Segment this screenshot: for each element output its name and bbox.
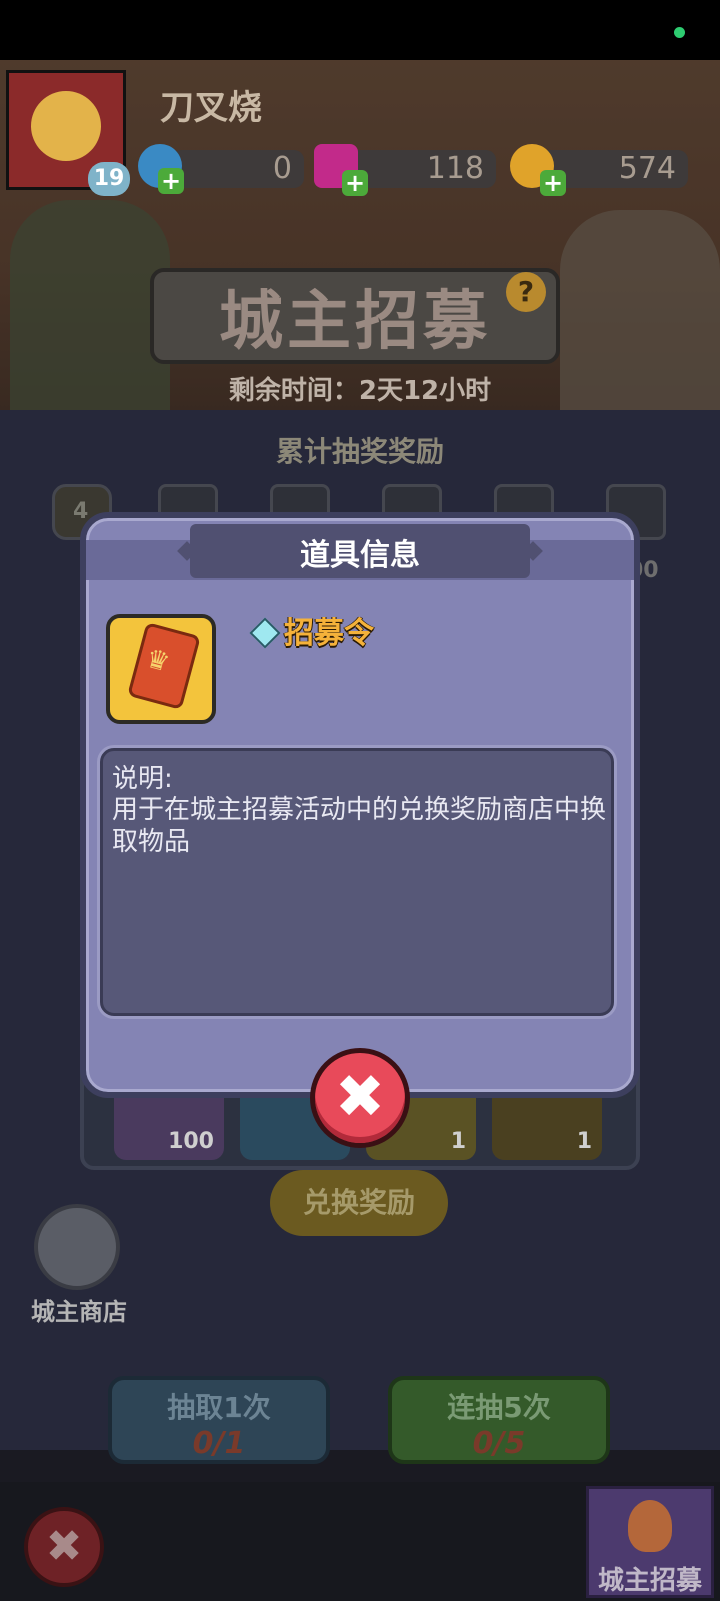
city-lord-shop-icon[interactable]	[34, 1204, 120, 1290]
milestone-count: 4	[73, 499, 89, 524]
status-bar	[0, 0, 720, 60]
remaining-time: 剩余时间：2天12小时	[228, 376, 492, 406]
tab-city-lord-recruit-label: 城主招募	[597, 1566, 702, 1596]
draw-five-count: 0/5	[472, 1426, 526, 1461]
item-name: 招募令	[284, 616, 374, 651]
help-icon[interactable]: ?	[506, 272, 546, 312]
cumulative-reward-title: 累计抽奖奖励	[275, 435, 444, 468]
exchange-qty: 100	[168, 1129, 214, 1154]
add-gem-button[interactable]: +	[342, 170, 368, 196]
description-label: 说明:	[112, 764, 173, 794]
add-crystal-button[interactable]: +	[158, 168, 184, 194]
player-level-badge: 19	[88, 162, 130, 196]
close-page-button[interactable]: ✖	[24, 1507, 104, 1587]
exchange-reward-button[interactable]: 兑换奖励	[270, 1170, 448, 1236]
exchange-qty: 1	[576, 1129, 592, 1154]
draw-five-button[interactable]: 连抽5次 0/5	[388, 1376, 610, 1464]
close-dialog-button[interactable]: ✖	[310, 1048, 410, 1148]
draw-once-count: 0/1	[192, 1426, 246, 1461]
draw-five-label: 连抽5次	[447, 1391, 551, 1424]
crystal-counter: 0	[172, 150, 304, 188]
flame-icon	[628, 1500, 672, 1552]
city-lord-shop-label[interactable]: 城主商店	[20, 1292, 138, 1327]
draw-once-button[interactable]: 抽取1次 0/1	[108, 1376, 330, 1464]
description-text: 用于在城主招募活动中的兑换奖励商店中换取物品	[112, 795, 607, 857]
draw-once-label: 抽取1次	[167, 1391, 271, 1424]
status-indicator-icon	[674, 27, 685, 38]
event-title: 城主招募	[219, 285, 491, 359]
avatar-face-icon	[31, 91, 101, 161]
player-name: 刀叉烧	[160, 88, 262, 128]
exchange-qty: 1	[450, 1129, 466, 1154]
dialog-title: 道具信息	[300, 538, 420, 573]
add-gold-button[interactable]: +	[540, 170, 566, 196]
description-box	[100, 748, 614, 1016]
